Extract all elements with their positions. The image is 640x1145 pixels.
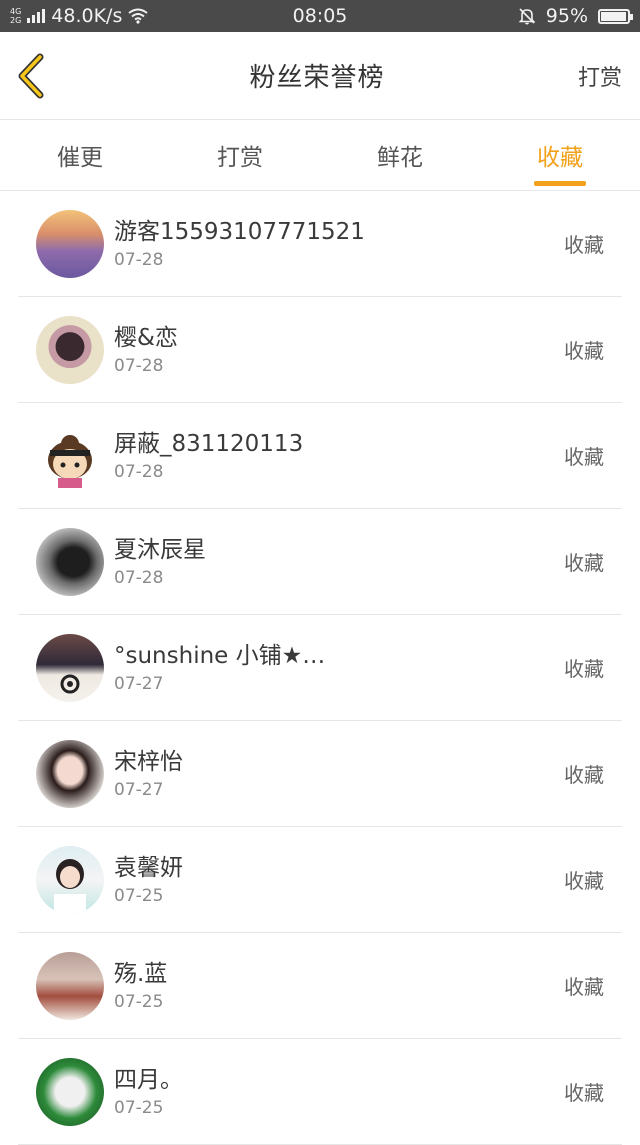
- network-type-bottom: 2G: [10, 16, 22, 25]
- fan-name: 四月。: [114, 1066, 183, 1093]
- fan-action: 收藏: [564, 975, 604, 999]
- fan-date: 07-28: [114, 249, 164, 270]
- fan-action: 收藏: [564, 339, 604, 363]
- fan-action: 收藏: [564, 445, 604, 469]
- fan-name: 游客15593107771521: [114, 218, 365, 245]
- avatar: [36, 633, 104, 702]
- fan-action: 收藏: [564, 551, 604, 575]
- fan-date: 07-25: [114, 885, 164, 906]
- page-title: 粉丝荣誉榜: [249, 63, 385, 93]
- list-item-info: °sunshine 小铺★… 07-27: [114, 642, 564, 694]
- list-item[interactable]: 袁馨妍 07-25 收藏: [18, 827, 622, 933]
- list-item-info: 屏蔽_831120113 07-28: [114, 430, 564, 482]
- fan-date: 07-28: [114, 461, 164, 482]
- fan-date: 07-28: [114, 355, 164, 376]
- avatar: [36, 1057, 104, 1126]
- fan-name: 樱&恋: [114, 324, 178, 351]
- fan-action: 收藏: [564, 1081, 604, 1105]
- avatar: [36, 421, 104, 490]
- status-left: 4G 2G 48.0K/s: [10, 5, 148, 27]
- avatar: [36, 315, 104, 384]
- list-item-info: 夏沐辰星 07-28: [114, 536, 564, 588]
- fan-name: °sunshine 小铺★…: [114, 642, 326, 669]
- list-item[interactable]: 殇.蓝 07-25 收藏: [18, 933, 622, 1039]
- list-item-info: 游客15593107771521 07-28: [114, 218, 564, 270]
- list-item[interactable]: 夏沐辰星 07-28 收藏: [18, 509, 622, 615]
- fan-action: 收藏: [564, 763, 604, 787]
- fan-name: 袁馨妍: [114, 854, 183, 881]
- fan-list: 游客15593107771521 07-28 收藏 樱&恋 07-28 收藏 屏…: [0, 191, 640, 1145]
- list-item[interactable]: °sunshine 小铺★… 07-27 收藏: [18, 615, 622, 721]
- tab-flowers[interactable]: 鲜花: [320, 120, 480, 190]
- network-speed: 48.0K/s: [51, 5, 123, 27]
- fan-name: 屏蔽_831120113: [114, 430, 304, 457]
- list-item-info: 袁馨妍 07-25: [114, 854, 564, 906]
- fan-date: 07-25: [114, 991, 164, 1012]
- list-item[interactable]: 屏蔽_831120113 07-28 收藏: [18, 403, 622, 509]
- list-item-info: 宋梓怡 07-27: [114, 748, 564, 800]
- back-arrow-icon: [18, 53, 44, 98]
- network-type: 4G 2G: [10, 7, 21, 25]
- fan-name: 宋梓怡: [114, 748, 183, 775]
- fan-action: 收藏: [564, 657, 604, 681]
- avatar: [36, 951, 104, 1020]
- tab-urge[interactable]: 催更: [0, 120, 160, 190]
- tab-reward[interactable]: 打赏: [160, 120, 320, 190]
- list-item-info: 殇.蓝 07-25: [114, 960, 564, 1012]
- status-bar: 4G 2G 48.0K/s 08:05 95%: [0, 0, 640, 32]
- nav-bar: 粉丝荣誉榜 打赏: [0, 32, 640, 120]
- fan-date: 07-27: [114, 779, 164, 800]
- list-item[interactable]: 宋梓怡 07-27 收藏: [18, 721, 622, 827]
- reward-button[interactable]: 打赏: [578, 60, 622, 92]
- status-right: 95%: [518, 5, 633, 27]
- fan-action: 收藏: [564, 869, 604, 893]
- battery-icon: [598, 8, 633, 24]
- fan-date: 07-25: [114, 1097, 164, 1118]
- list-item-info: 樱&恋 07-28: [114, 324, 564, 376]
- wifi-icon: [128, 8, 148, 24]
- list-item[interactable]: 游客15593107771521 07-28 收藏: [18, 191, 622, 297]
- tab-bar: 催更 打赏 鲜花 收藏: [0, 120, 640, 191]
- fan-date: 07-27: [114, 673, 164, 694]
- fan-date: 07-28: [114, 567, 164, 588]
- fan-name: 殇.蓝: [114, 960, 168, 987]
- bell-muted-icon: [518, 8, 536, 25]
- avatar: [36, 527, 104, 596]
- fan-name: 夏沐辰星: [114, 536, 206, 563]
- fan-action: 收藏: [564, 233, 604, 257]
- battery-percent: 95%: [545, 5, 588, 27]
- status-time: 08:05: [292, 5, 348, 27]
- avatar: [36, 845, 104, 914]
- signal-icon: [27, 9, 46, 23]
- avatar: [36, 739, 104, 808]
- tab-favorites[interactable]: 收藏: [480, 120, 640, 190]
- network-type-top: 4G: [10, 7, 22, 16]
- list-item[interactable]: 四月。 07-25 收藏: [18, 1039, 622, 1145]
- avatar: [36, 209, 104, 278]
- list-item[interactable]: 樱&恋 07-28 收藏: [18, 297, 622, 403]
- back-button[interactable]: [16, 46, 56, 106]
- list-item-info: 四月。 07-25: [114, 1066, 564, 1118]
